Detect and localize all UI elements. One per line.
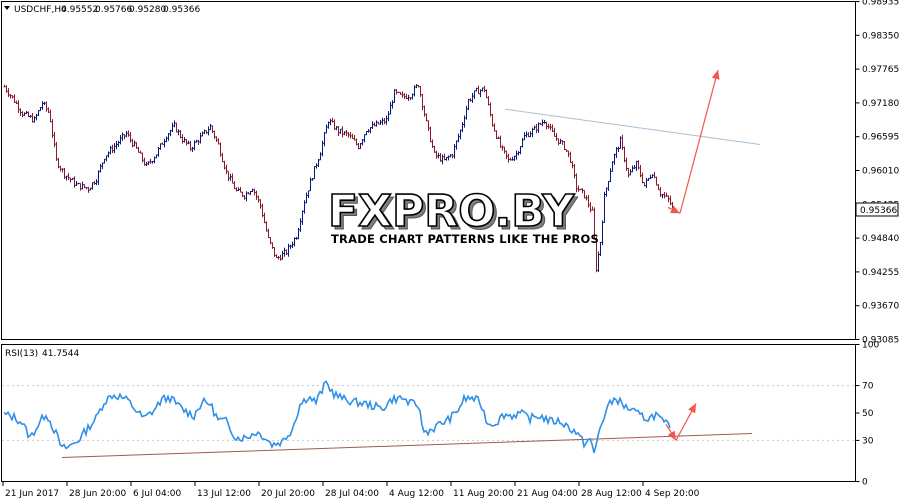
rsi-axis-label: 50 <box>862 409 874 419</box>
time-axis-label: 28 Jul 04:00 <box>325 489 379 499</box>
low-price: 0.95280 <box>129 5 166 15</box>
price-panel-frame <box>1 1 856 340</box>
price-axis-label: 0.94840 <box>862 234 899 244</box>
price-axis-label: 0.94255 <box>862 268 899 278</box>
price-panel[interactable] <box>1 1 856 340</box>
rsi-axis-label: 70 <box>862 382 874 392</box>
time-axis-label: 20 Jul 20:00 <box>261 489 315 499</box>
rsi-axis-label: 0 <box>862 478 868 488</box>
price-axis-label: 0.96010 <box>862 167 899 177</box>
price-axis-label: 0.98350 <box>862 31 899 41</box>
fxpro-watermark: FXPRO.BY FXPRO.BY TRADE CHART PATTERNS L… <box>327 185 599 248</box>
rsi-panel-frame <box>1 344 856 482</box>
price-axis-label: 0.96595 <box>862 133 899 143</box>
watermark-tagline: TRADE CHART PATTERNS LIKE THE PROS <box>331 232 599 246</box>
price-header: USDCHF,H4 0.95552 0.95766 0.95280 0.9536… <box>4 5 200 15</box>
time-axis-label: 6 Jul 04:00 <box>133 489 182 499</box>
price-axis-label: 0.97765 <box>862 65 899 75</box>
time-axis: 21 Jun 2017 28 Jun 20:00 6 Jul 04:00 13 Jul… <box>2 482 700 499</box>
trading-terminal: FXPRO.BY FXPRO.BY TRADE CHART PATTERNS L… <box>1 0 899 499</box>
time-axis-label: 4 Sep 20:00 <box>645 489 700 499</box>
symbol-label: USDCHF,H4 <box>14 5 67 15</box>
watermark-brand: FXPRO.BY <box>328 186 575 237</box>
time-axis-label: 4 Aug 12:00 <box>389 489 444 499</box>
time-axis-label: 21 Aug 04:00 <box>517 489 578 499</box>
rsi-label: RSI(13) <box>5 349 38 359</box>
rsi-axis-label: 100 <box>862 341 879 351</box>
price-axis-label: 0.98935 <box>862 0 899 8</box>
price-axis: 0.98935 0.98350 0.97765 0.97180 0.96595 0.960… <box>855 0 899 346</box>
rsi-header: RSI(13) 41.7544 <box>5 349 79 359</box>
current-price-marker: 0.95366 <box>855 202 899 217</box>
rsi-value: 41.7544 <box>42 349 79 359</box>
time-axis-label: 11 Aug 20:00 <box>453 489 514 499</box>
current-price-label: 0.95366 <box>860 206 897 216</box>
high-price: 0.95766 <box>95 5 132 15</box>
price-axis-label: 0.93670 <box>862 302 899 312</box>
time-axis-label: 28 Aug 12:00 <box>581 489 642 499</box>
open-price: 0.95552 <box>61 5 98 15</box>
time-axis-label: 28 Jun 20:00 <box>69 489 126 499</box>
time-axis-label: 13 Jul 12:00 <box>197 489 251 499</box>
rsi-axis-label: 30 <box>862 436 874 446</box>
rsi-panel[interactable] <box>1 344 856 482</box>
rsi-axis: 100 70 50 30 0 <box>855 341 879 488</box>
price-axis-label: 0.97180 <box>862 99 899 109</box>
time-axis-label: 21 Jun 2017 <box>5 489 59 499</box>
close-price: 0.95366 <box>163 5 200 15</box>
